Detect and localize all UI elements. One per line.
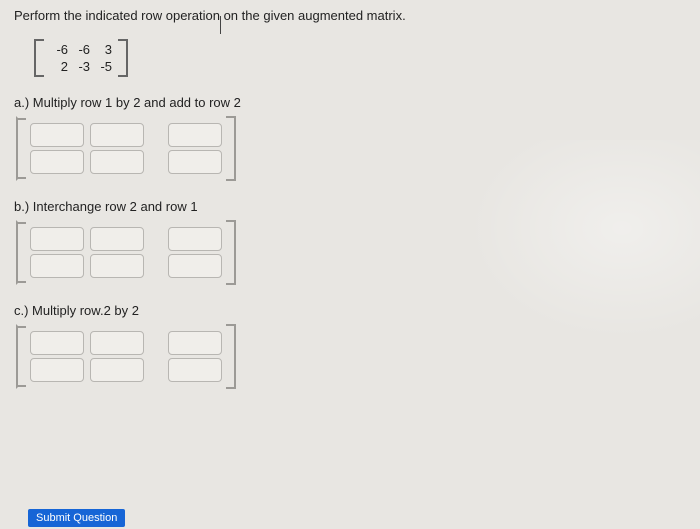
matrix-input-b-r2c1[interactable]: [30, 254, 84, 278]
augment-gap: [150, 358, 162, 382]
bracket-left: [16, 116, 24, 181]
given-augmented-matrix: -6 -6 3 2 -3 -5: [34, 39, 686, 77]
instruction-text: Perform the indicated row operation on t…: [14, 8, 686, 23]
instruction-pre: Perform the indicated row operation: [14, 8, 220, 23]
matrix-input-c-r1c1[interactable]: [30, 331, 84, 355]
part-b-matrix: [16, 220, 686, 285]
matrix-row-1: [30, 331, 222, 355]
matrix-cell: -6: [48, 41, 70, 58]
matrix-input-a-r2c1[interactable]: [30, 150, 84, 174]
matrix-row-2: [30, 150, 222, 174]
augment-gap: [150, 150, 162, 174]
matrix-cell: -5: [92, 58, 114, 75]
matrix-input-c-r2c1[interactable]: [30, 358, 84, 382]
matrix-input-b-r2c2[interactable]: [90, 254, 144, 278]
matrix-row-1: [30, 123, 222, 147]
augment-gap: [150, 227, 162, 251]
part-a-label: a.) Multiply row 1 by 2 and add to row 2: [14, 95, 686, 110]
matrix-input-c-r1c3[interactable]: [168, 331, 222, 355]
matrix-cell: 3: [92, 41, 114, 58]
submit-button[interactable]: Submit Question: [28, 509, 125, 527]
part-c-label: c.) Multiply row.2 by 2: [14, 303, 686, 318]
bracket-right: [228, 116, 236, 181]
bracket-left: [16, 324, 24, 389]
matrix-input-a-r1c3[interactable]: [168, 123, 222, 147]
augment-gap: [150, 331, 162, 355]
matrix-row-1: -6 -6 3: [48, 41, 114, 58]
matrix-input-b-r1c3[interactable]: [168, 227, 222, 251]
matrix-input-a-r1c2[interactable]: [90, 123, 144, 147]
augment-gap: [150, 123, 162, 147]
matrix-input-a-r2c2[interactable]: [90, 150, 144, 174]
matrix-row-2: 2 -3 -5: [48, 58, 114, 75]
matrix-body: -6 -6 3 2 -3 -5: [44, 39, 118, 77]
matrix-input-a-r1c1[interactable]: [30, 123, 84, 147]
matrix-input-a-r2c3[interactable]: [168, 150, 222, 174]
bracket-right: [118, 39, 128, 77]
matrix-input-c-r2c2[interactable]: [90, 358, 144, 382]
part-a-matrix: [16, 116, 686, 181]
augment-gap: [150, 254, 162, 278]
part-b-label: b.) Interchange row 2 and row 1: [14, 199, 686, 214]
matrix-input-b-r1c1[interactable]: [30, 227, 84, 251]
matrix-input-c-r2c3[interactable]: [168, 358, 222, 382]
matrix-row-1: [30, 227, 222, 251]
bracket-right: [228, 220, 236, 285]
matrix-input-b-r1c2[interactable]: [90, 227, 144, 251]
matrix-cell: -6: [70, 41, 92, 58]
bracket-left: [16, 220, 24, 285]
matrix-cell: 2: [48, 58, 70, 75]
matrix-cell: -3: [70, 58, 92, 75]
matrix-body: [24, 324, 228, 389]
matrix-row-2: [30, 254, 222, 278]
part-c-matrix: [16, 324, 686, 389]
bracket-left: [34, 39, 44, 77]
matrix-body: [24, 116, 228, 181]
instruction-post: on the given augmented matrix.: [224, 8, 406, 23]
matrix-row-2: [30, 358, 222, 382]
matrix-input-b-r2c3[interactable]: [168, 254, 222, 278]
matrix-input-c-r1c2[interactable]: [90, 331, 144, 355]
matrix-body: [24, 220, 228, 285]
bracket-right: [228, 324, 236, 389]
